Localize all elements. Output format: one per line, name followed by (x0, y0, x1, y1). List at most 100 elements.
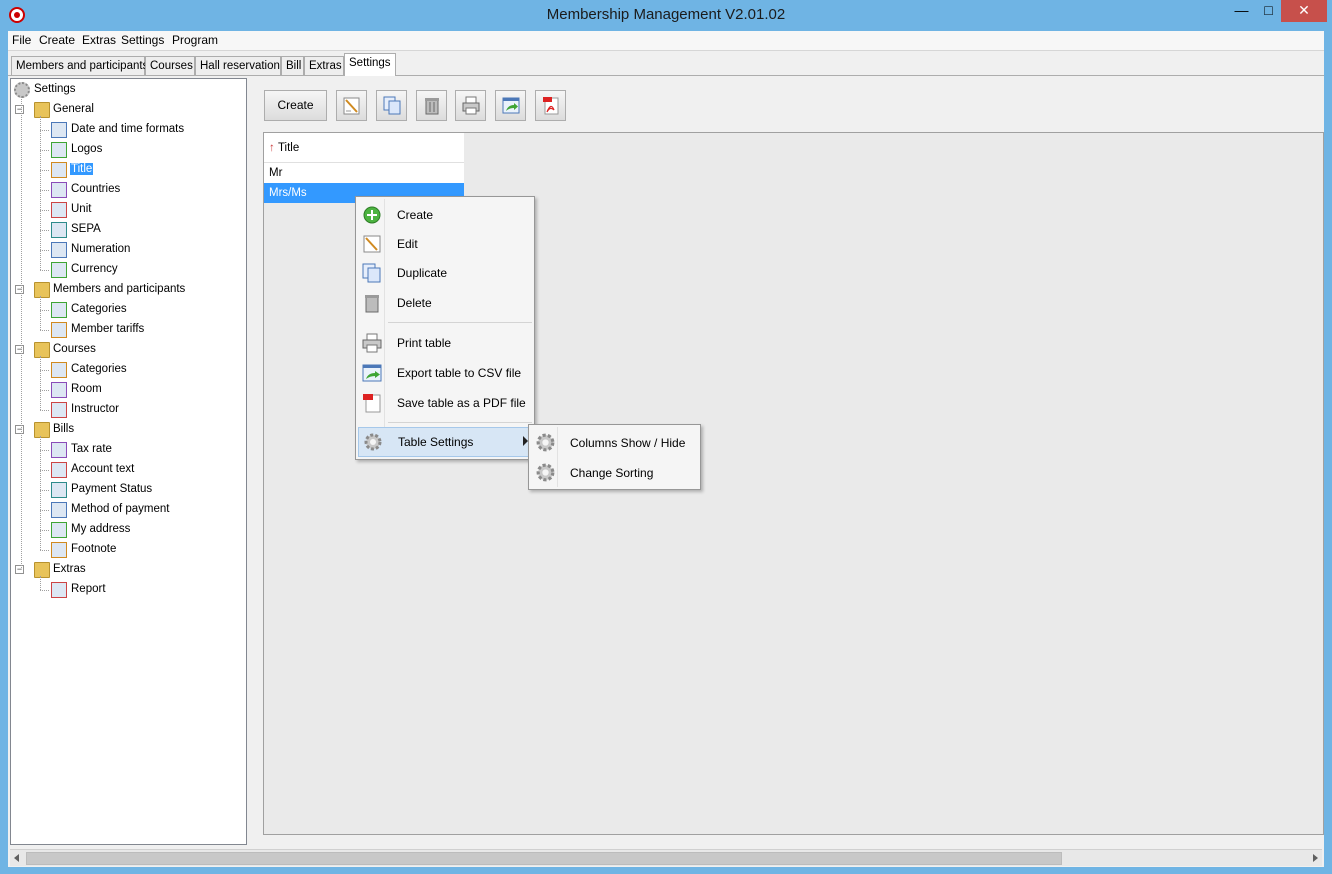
tab-courses[interactable]: Courses (145, 56, 195, 75)
collapse-icon[interactable]: − (15, 565, 24, 574)
ctx-delete[interactable]: Delete (358, 289, 532, 317)
tree-item-icon (51, 462, 67, 478)
export-icon (362, 364, 382, 382)
ctx-create[interactable]: Create (358, 201, 532, 229)
sub-change-sorting[interactable]: Change Sorting (531, 458, 698, 487)
tree-connector (40, 390, 49, 391)
edit-button[interactable] (336, 90, 367, 121)
printer-icon (462, 96, 480, 115)
tree-item-label: Currency (71, 263, 118, 275)
create-button[interactable]: Create (264, 90, 327, 121)
menu-separator (388, 322, 532, 323)
collapse-icon[interactable]: − (15, 345, 24, 354)
printer-icon (362, 333, 382, 353)
folder-icon (34, 102, 50, 118)
tab-hall-reservation[interactable]: Hall reservation (195, 56, 281, 75)
tab-bill[interactable]: Bill (281, 56, 304, 75)
tree-connector (40, 116, 41, 270)
folder-icon (34, 562, 50, 578)
save-pdf-button[interactable] (535, 90, 566, 121)
tab-settings[interactable]: Settings (344, 53, 396, 76)
ctx-table-settings[interactable]: Table Settings (358, 427, 532, 457)
tree-connector (40, 270, 49, 271)
close-button[interactable]: ✕ (1281, 0, 1327, 22)
delete-button[interactable] (416, 90, 447, 121)
tree-item-icon (51, 202, 67, 218)
tree-root-label: Settings (34, 83, 76, 95)
tree-item-icon (51, 262, 67, 278)
gear-icon (536, 463, 555, 482)
tree-item-label: Footnote (71, 543, 117, 555)
print-button[interactable] (455, 90, 486, 121)
table-row[interactable]: Mr (264, 163, 464, 183)
menu-settings[interactable]: Settings (121, 33, 164, 47)
column-header-label: ↑ Title (269, 142, 299, 154)
tab-extras[interactable]: Extras (304, 56, 344, 75)
menu-extras[interactable]: Extras (82, 33, 116, 47)
tree-connector (40, 250, 49, 251)
tree-connector (40, 590, 49, 591)
export-icon (502, 97, 520, 114)
ctx-print-table[interactable]: Print table (358, 329, 532, 357)
tree-connector (40, 470, 49, 471)
tree-item-icon (51, 222, 67, 238)
ctx-duplicate-label: Duplicate (397, 266, 448, 280)
collapse-icon[interactable]: − (15, 425, 24, 434)
sub-columns-label: Columns Show / Hide (570, 436, 686, 450)
tree-item-label: Date and time formats (71, 123, 185, 135)
pdf-icon (363, 394, 381, 413)
folder-icon (34, 342, 50, 358)
tree-connector (40, 150, 49, 151)
horizontal-scrollbar[interactable] (10, 849, 1322, 866)
tree-item-icon (51, 542, 67, 558)
app-window: Membership Management V2.01.02 — □ ✕ Fil… (0, 0, 1332, 874)
tree-connector (40, 510, 49, 511)
minimize-button[interactable]: — (1227, 0, 1256, 22)
tree-item-icon (51, 162, 67, 178)
tree-connector (40, 490, 49, 491)
tree-item-label: My address (71, 523, 131, 535)
edit-icon (363, 235, 381, 253)
duplicate-button[interactable] (376, 90, 407, 121)
ctx-export-csv[interactable]: Export table to CSV file (358, 359, 532, 387)
ctx-edit-label: Edit (397, 237, 418, 251)
menu-program[interactable]: Program (172, 33, 218, 47)
tree-item-label: SEPA (71, 223, 101, 235)
title-bar[interactable]: Membership Management V2.01.02 — □ ✕ (0, 0, 1332, 31)
edit-icon (343, 97, 360, 115)
scroll-right-icon[interactable] (1313, 854, 1318, 862)
scrollbar-thumb[interactable] (26, 852, 1062, 865)
tree-item-label: Categories (71, 363, 127, 375)
collapse-icon[interactable]: − (15, 285, 24, 294)
tree-item-label: Room (71, 383, 102, 395)
scroll-left-icon[interactable] (14, 854, 19, 862)
sub-columns-show-hide[interactable]: Columns Show / Hide (531, 428, 698, 457)
maximize-button[interactable]: □ (1256, 0, 1281, 22)
ctx-duplicate[interactable]: Duplicate (358, 259, 532, 287)
tree-item-icon (51, 122, 67, 138)
collapse-icon[interactable]: − (15, 105, 24, 114)
context-menu: Create Edit Duplicate Delete Print table… (355, 196, 535, 460)
tab-strip: Members and participants Courses Hall re… (8, 53, 1324, 76)
ctx-save-pdf[interactable]: Save table as a PDF file (358, 389, 532, 417)
tree-connector (40, 450, 49, 451)
column-header-title[interactable]: ↑ Title (264, 133, 464, 163)
tree-item-label: Member tariffs (71, 323, 145, 335)
menu-file[interactable]: File (12, 33, 31, 47)
tree-connector (40, 330, 49, 331)
tree-item-icon (51, 242, 67, 258)
tab-members[interactable]: Members and participants (11, 56, 148, 75)
pdf-icon (543, 97, 559, 115)
tree-connector (40, 230, 49, 231)
ctx-edit[interactable]: Edit (358, 230, 532, 258)
settings-tree[interactable]: Settings − General Date and time formats Lo… (10, 78, 247, 845)
export-csv-button[interactable] (495, 90, 526, 121)
tree-connector (40, 530, 49, 531)
table-settings-submenu: Columns Show / Hide Change Sorting (528, 424, 701, 490)
sub-sorting-label: Change Sorting (570, 466, 654, 480)
tree-item-label: Unit (71, 203, 92, 215)
menu-create[interactable]: Create (39, 33, 75, 47)
gear-icon (536, 433, 555, 452)
tree-item-icon (51, 322, 67, 338)
tree-item-label: Numeration (71, 243, 131, 255)
